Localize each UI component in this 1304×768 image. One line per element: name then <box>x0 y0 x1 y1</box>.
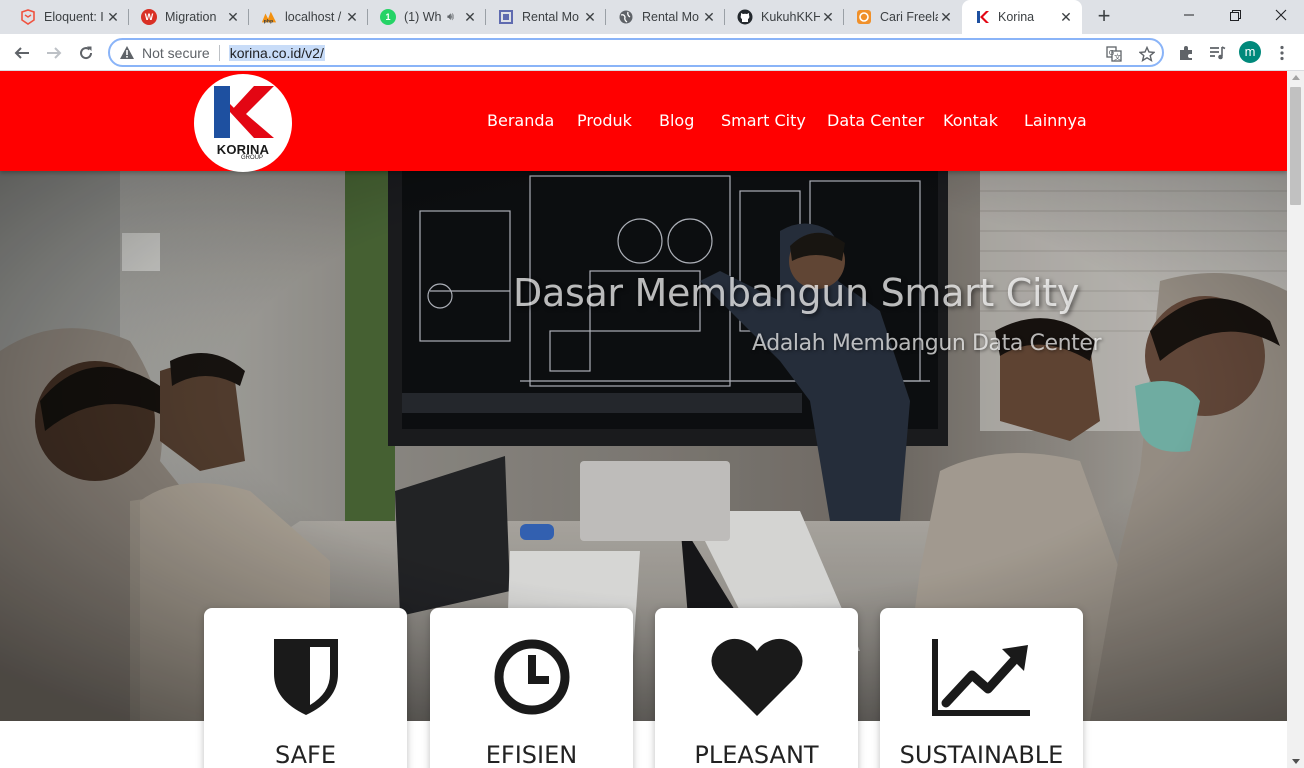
new-tab-button[interactable]: + <box>1092 5 1116 29</box>
tab-freelancer[interactable]: Cari Freela ✕ <box>844 0 962 34</box>
freelancer-icon <box>856 9 872 25</box>
back-button[interactable] <box>9 40 35 66</box>
document-icon <box>498 9 514 25</box>
site-navbar: KORINA GROUP Beranda Produk Blog Smart C… <box>0 71 1287 172</box>
nav-link-blog[interactable]: Blog <box>659 111 694 130</box>
feature-label: SAFE <box>274 741 337 768</box>
feature-card-sustainable[interactable]: SUSTAINABLE <box>880 608 1083 768</box>
laravel-icon <box>20 9 36 25</box>
feature-card-safe[interactable]: SAFE <box>204 608 407 768</box>
chart-up-icon <box>931 636 1032 718</box>
arrow-right-icon <box>47 47 62 59</box>
dewaweb-icon: W <box>141 9 157 25</box>
tab-rental-1[interactable]: Rental Mo ✕ <box>486 0 606 34</box>
nav-link-produk[interactable]: Produk <box>577 111 632 130</box>
tab-label: Korina <box>998 10 1035 24</box>
nav-link-beranda[interactable]: Beranda <box>487 111 554 130</box>
tab-label: Eloquent: I <box>44 10 104 24</box>
restore-button[interactable] <box>1212 0 1258 30</box>
media-control-icon[interactable] <box>1206 42 1228 64</box>
phpmyadmin-icon: php <box>261 9 277 25</box>
shield-icon <box>256 636 356 718</box>
heart-icon <box>707 636 807 718</box>
nav-link-data-center[interactable]: Data Center <box>827 111 924 130</box>
tab-label: (1) Wh <box>404 10 442 24</box>
speaker-icon[interactable]: 🔊︎ <box>447 11 454 24</box>
security-label[interactable]: Not secure <box>142 45 210 61</box>
tab-label: Rental Mo <box>522 10 579 24</box>
warning-icon[interactable] <box>119 45 135 61</box>
menu-kebab-icon[interactable] <box>1271 42 1293 64</box>
tab-localhost[interactable]: php localhost / ✕ <box>249 0 368 34</box>
translate-icon[interactable]: G文 <box>1105 45 1123 63</box>
bookmark-star-icon[interactable] <box>1138 45 1156 63</box>
korina-logo[interactable]: KORINA GROUP <box>194 74 292 172</box>
tab-label: Migration <box>165 10 217 24</box>
logo-subtext: GROUP <box>241 155 264 161</box>
page-viewport: KORINA GROUP Beranda Produk Blog Smart C… <box>0 71 1287 768</box>
close-icon[interactable]: ✕ <box>701 9 717 25</box>
close-icon[interactable]: ✕ <box>938 9 954 25</box>
feature-card-pleasant[interactable]: PLEASANT <box>655 608 858 768</box>
close-icon[interactable]: ✕ <box>1058 9 1074 25</box>
scroll-up-icon[interactable] <box>1292 75 1300 80</box>
nav-link-kontak[interactable]: Kontak <box>943 111 998 130</box>
svg-text:php: php <box>264 18 274 24</box>
close-window-button[interactable] <box>1258 0 1304 30</box>
tab-label: Cari Freela <box>880 10 938 24</box>
hero-background-image <box>0 171 1287 721</box>
profile-avatar[interactable]: m <box>1239 41 1261 63</box>
close-icon[interactable]: ✕ <box>105 9 121 25</box>
tab-label: localhost / <box>285 10 342 24</box>
close-icon[interactable]: ✕ <box>820 9 836 25</box>
tab-label: Rental Mo <box>642 10 699 24</box>
arrow-left-icon <box>14 47 29 59</box>
tab-rental-2[interactable]: Rental Mo ✕ <box>606 0 725 34</box>
close-icon[interactable]: ✕ <box>344 9 360 25</box>
tab-korina[interactable]: Korina ✕ <box>962 0 1082 34</box>
extensions-icon[interactable] <box>1175 42 1197 64</box>
restore-icon <box>1229 9 1241 21</box>
globe-icon <box>618 9 634 25</box>
tab-whatsapp[interactable]: 1 (1) Wh 🔊︎ ✕ <box>368 0 486 34</box>
hero-title: Dasar Membangun Smart City <box>513 271 1080 315</box>
page-scrollbar[interactable] <box>1287 71 1304 768</box>
nav-link-lainnya[interactable]: Lainnya <box>1024 111 1087 130</box>
minimize-icon <box>1184 14 1194 16</box>
nav-link-smart-city[interactable]: Smart City <box>721 111 806 130</box>
reload-button[interactable] <box>73 40 99 66</box>
hero-subtitle: Adalah Membangun Data Center <box>752 331 1102 356</box>
tab-migration[interactable]: W Migration ✕ <box>129 0 249 34</box>
hero-banner: Dasar Membangun Smart City Adalah Memban… <box>0 171 1287 721</box>
feature-label: PLEASANT <box>694 741 819 768</box>
address-bar[interactable]: Not secure korina.co.id/v2/ G文 <box>108 38 1164 67</box>
scroll-down-icon[interactable] <box>1292 759 1300 764</box>
feature-label: EFISIEN <box>485 741 578 768</box>
clock-icon <box>482 636 582 718</box>
feature-label: SUSTAINABLE <box>899 741 1064 768</box>
tab-github[interactable]: KukuhKKH ✕ <box>725 0 844 34</box>
close-icon[interactable]: ✕ <box>582 9 598 25</box>
close-icon[interactable]: ✕ <box>225 9 241 25</box>
whatsapp-icon: 1 <box>380 9 396 25</box>
tab-label: KukuhKKH <box>761 10 820 24</box>
reload-icon <box>80 46 93 60</box>
korina-icon <box>974 9 990 25</box>
tab-eloquent[interactable]: Eloquent: I ✕ <box>8 0 129 34</box>
tab-strip: Eloquent: I ✕ W Migration ✕ php localhos… <box>0 0 1304 34</box>
svg-text:文: 文 <box>1114 53 1121 62</box>
close-icon[interactable]: ✕ <box>462 9 478 25</box>
divider <box>218 44 220 61</box>
github-icon <box>737 9 753 25</box>
url-text[interactable]: korina.co.id/v2/ <box>228 44 325 61</box>
forward-button[interactable] <box>41 40 67 66</box>
minimize-button[interactable] <box>1166 0 1212 30</box>
browser-toolbar: Not secure korina.co.id/v2/ G文 m <box>0 34 1304 71</box>
close-icon <box>1275 9 1287 21</box>
scrollbar-thumb[interactable] <box>1290 87 1301 205</box>
feature-card-efisien[interactable]: EFISIEN <box>430 608 633 768</box>
